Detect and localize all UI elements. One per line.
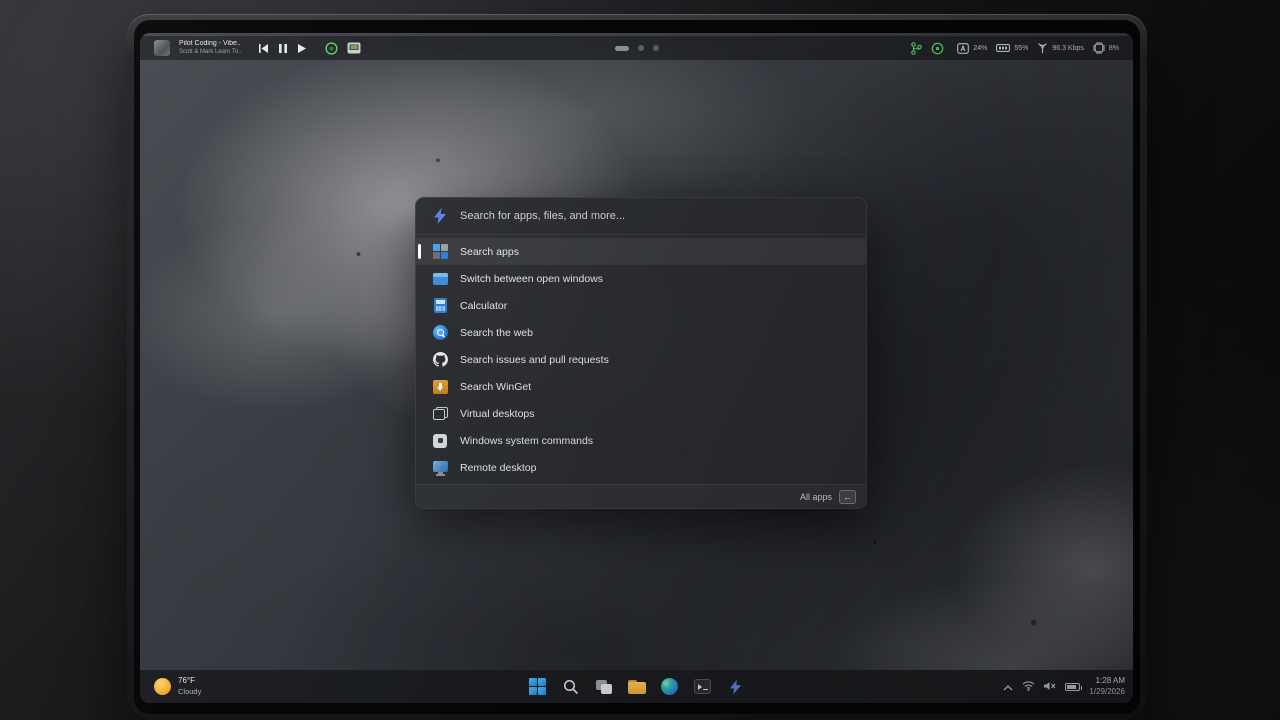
media-info: Pilot Coding - Vibe.. Scott & Mark Learn… (179, 40, 242, 56)
media-title: Pilot Coding - Vibe.. (179, 40, 242, 49)
cpu-usage-value: 8% (1109, 45, 1119, 52)
gpu-icon (957, 43, 969, 54)
palette-item-label: Search WinGet (460, 381, 531, 393)
palette-item-label: Calculator (460, 300, 507, 312)
recording-target-icon[interactable] (931, 42, 944, 55)
palette-item-search-apps[interactable]: Search apps (416, 238, 866, 265)
git-branch-icon[interactable] (911, 42, 922, 55)
file-explorer-icon[interactable] (627, 677, 647, 697)
previous-track-icon[interactable] (259, 44, 268, 53)
weather-condition: Cloudy (178, 687, 201, 697)
cpu-usage: 8% (1093, 42, 1119, 54)
taskbar-clock[interactable]: 1:28 AM 1/29/2026 (1089, 676, 1125, 697)
edge-browser-icon[interactable] (660, 677, 680, 697)
clock-time: 1:28 AM (1089, 676, 1125, 686)
workspace-dot[interactable] (638, 45, 644, 51)
volume-muted-icon[interactable] (1044, 678, 1056, 696)
window-switch-icon (432, 271, 448, 287)
taskbar-app-icons (528, 670, 746, 703)
workspace-indicator[interactable] (615, 36, 659, 60)
system-commands-icon (432, 433, 448, 449)
play-icon[interactable] (298, 44, 306, 53)
system-tray: 1:28 AM 1/29/2026 (1003, 670, 1125, 703)
calculator-icon (432, 298, 448, 314)
palette-item-label: Search the web (460, 327, 533, 339)
gpu-usage-value: 24% (973, 45, 987, 52)
command-palette-results: Search apps Switch between open windows … (416, 235, 866, 484)
workspace-dot[interactable] (653, 45, 659, 51)
palette-item-system-commands[interactable]: Windows system commands (416, 427, 866, 454)
clock-date: 1/29/2026 (1089, 687, 1125, 697)
all-apps-button[interactable]: All apps (800, 492, 832, 502)
palette-item-label: Windows system commands (460, 435, 593, 447)
search-icon[interactable] (561, 677, 581, 697)
command-palette-footer: All apps ← (416, 484, 866, 508)
terminal-icon[interactable] (693, 677, 713, 697)
wifi-icon[interactable] (1022, 678, 1035, 696)
palette-item-calculator[interactable]: Calculator (416, 292, 866, 319)
status-bar: Pilot Coding - Vibe.. Scott & Mark Learn… (140, 36, 1133, 60)
github-icon (432, 352, 448, 368)
ram-usage: 55% (996, 43, 1028, 53)
powertoys-run-icon[interactable] (726, 677, 746, 697)
web-search-icon (432, 325, 448, 341)
task-view-icon[interactable] (594, 677, 614, 697)
album-art-thumbnail (154, 40, 170, 56)
palette-item-winget[interactable]: Search WinGet (416, 373, 866, 400)
apps-grid-icon (432, 244, 448, 260)
command-palette-window: Search for apps, files, and more... Sear… (415, 197, 867, 509)
enter-key-icon[interactable]: ← (839, 490, 856, 504)
palette-item-switch-windows[interactable]: Switch between open windows (416, 265, 866, 292)
taskbar: 76°F Cloudy (140, 670, 1133, 703)
ram-icon (996, 43, 1010, 53)
palette-item-search-web[interactable]: Search the web (416, 319, 866, 346)
palette-item-virtual-desktops[interactable]: Virtual desktops (416, 400, 866, 427)
palette-item-label: Search issues and pull requests (460, 354, 609, 366)
remote-desktop-icon (432, 460, 448, 476)
virtual-desktops-icon (432, 406, 448, 422)
palette-item-remote-desktop[interactable]: Remote desktop (416, 454, 866, 481)
search-input-placeholder[interactable]: Search for apps, files, and more... (460, 210, 625, 222)
green-target-widget-icon[interactable] (325, 42, 338, 55)
network-speed: 96.3 Kbps (1037, 42, 1084, 54)
weather-widget[interactable]: 76°F Cloudy (154, 670, 201, 703)
start-button[interactable] (528, 677, 548, 697)
photo-backdrop: Pilot Coding - Vibe.. Scott & Mark Learn… (0, 0, 1280, 720)
command-palette-search-box[interactable]: Search for apps, files, and more... (416, 198, 866, 235)
gpu-usage: 24% (957, 43, 987, 54)
cpu-icon (1093, 42, 1105, 54)
winget-icon (432, 379, 448, 395)
palette-item-label: Virtual desktops (460, 408, 535, 420)
palette-item-label: Remote desktop (460, 462, 536, 474)
weather-temperature: 76°F (178, 676, 201, 686)
pause-icon[interactable] (279, 44, 287, 53)
ram-usage-value: 55% (1014, 45, 1028, 52)
sun-icon (154, 678, 171, 695)
wallpaper-widget-icon[interactable] (347, 42, 361, 54)
desktop-screen: Pilot Coding - Vibe.. Scott & Mark Learn… (140, 33, 1133, 703)
palette-item-label: Switch between open windows (460, 273, 603, 285)
lightning-bolt-icon (432, 208, 448, 224)
network-speed-value: 96.3 Kbps (1052, 45, 1084, 52)
workspace-active-pill[interactable] (615, 46, 629, 51)
media-subtitle: Scott & Mark Learn To.. (179, 49, 242, 57)
tray-chevron-up-icon[interactable] (1003, 678, 1013, 696)
battery-icon[interactable] (1065, 683, 1080, 691)
palette-item-label: Search apps (460, 246, 519, 258)
palette-item-github-search[interactable]: Search issues and pull requests (416, 346, 866, 373)
antenna-icon (1037, 42, 1048, 54)
